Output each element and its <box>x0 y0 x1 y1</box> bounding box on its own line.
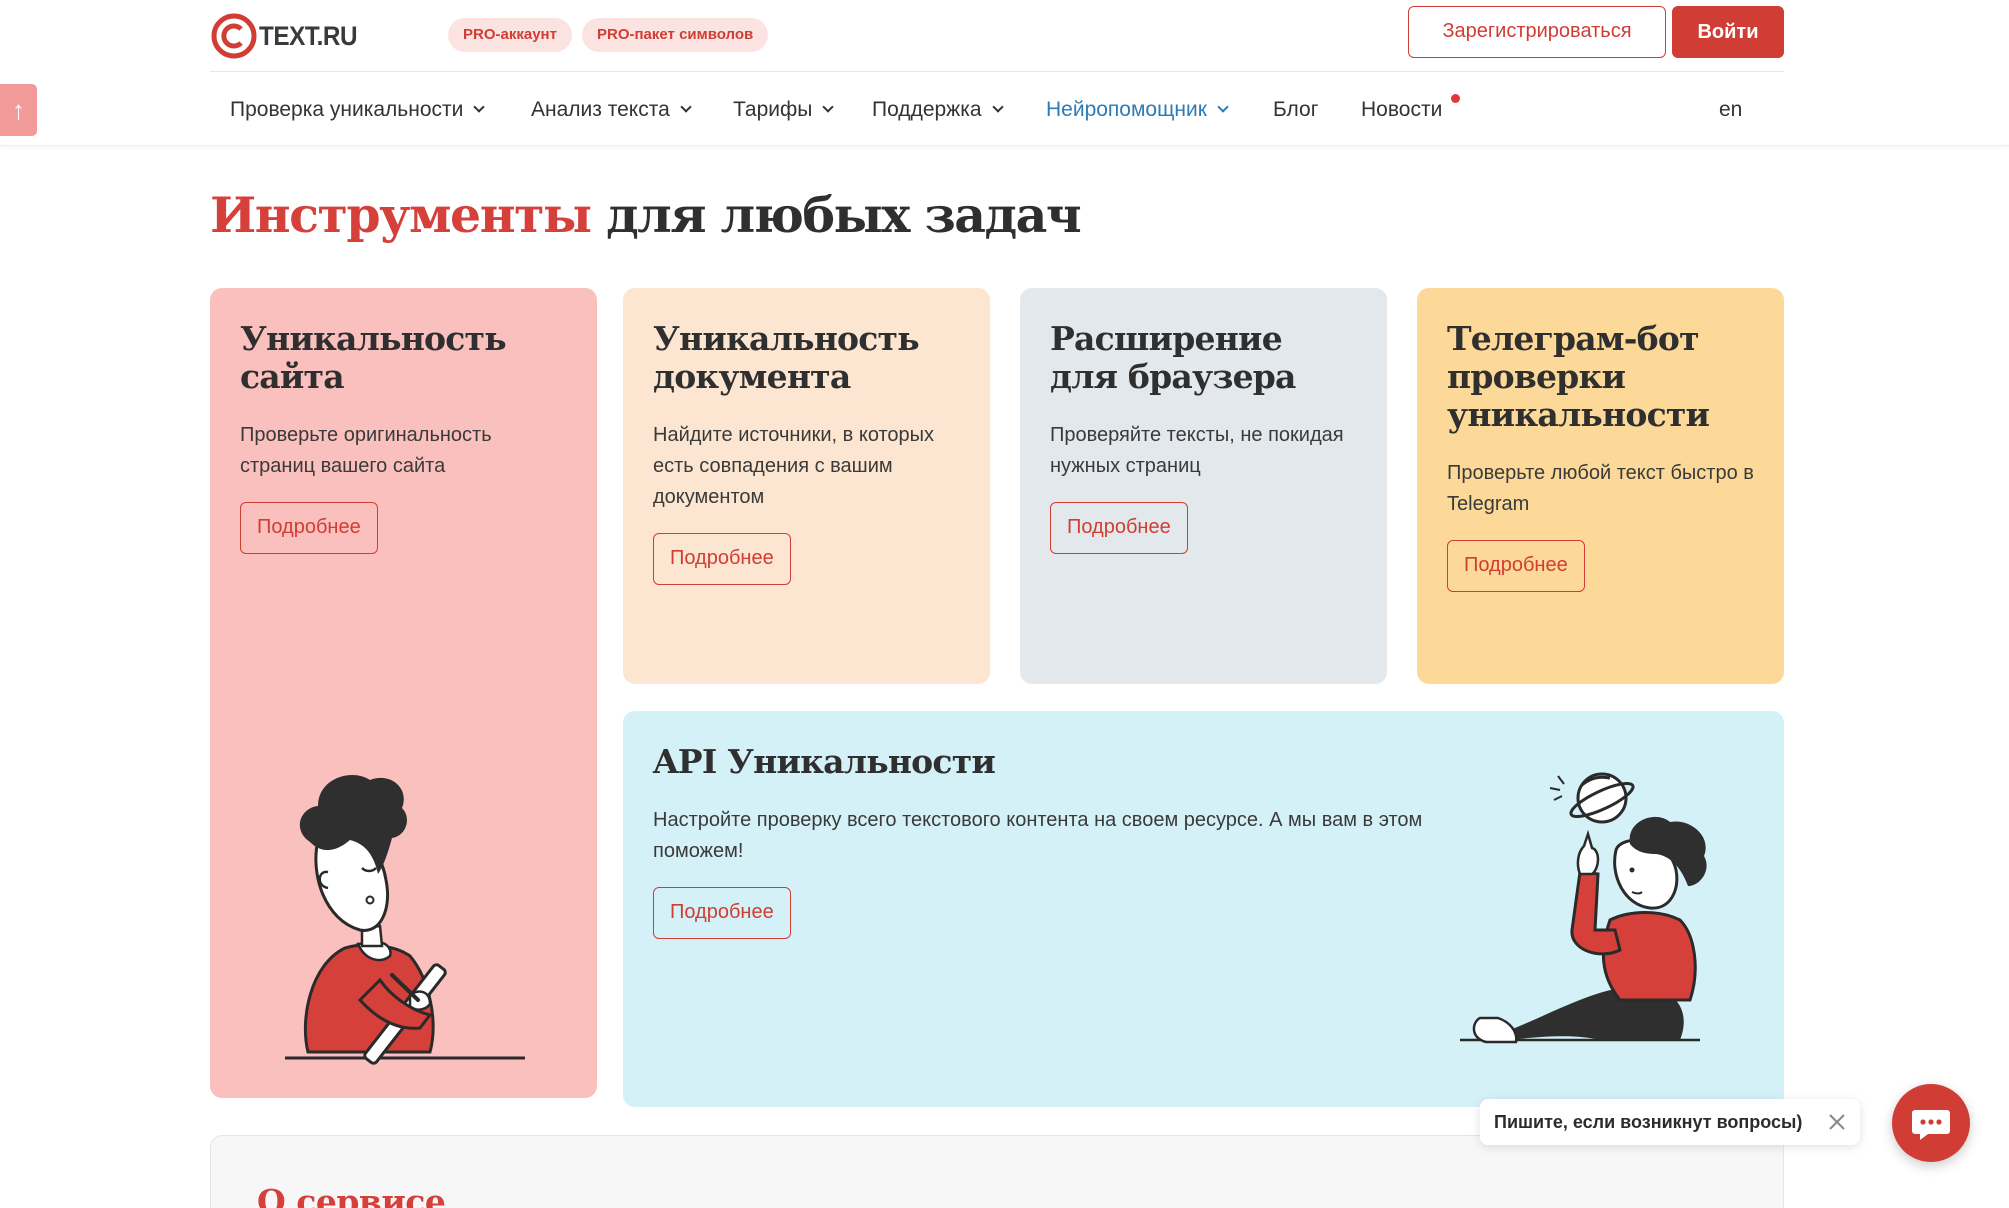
about-section: О сервисе <box>210 1135 1784 1208</box>
card-title: Расширение для браузера <box>1050 319 1296 396</box>
nav-item-tariffs[interactable]: Тарифы <box>733 98 835 122</box>
card-browser-extension: Расширение для браузера Проверяйте текст… <box>1020 288 1387 684</box>
more-button[interactable]: Подробнее <box>653 533 791 585</box>
chat-tooltip[interactable]: Пишите, если возникнут вопросы) <box>1480 1099 1860 1145</box>
chat-tooltip-text: Пишите, если возникнут вопросы) <box>1494 1112 1803 1132</box>
more-button[interactable]: Подробнее <box>240 502 378 554</box>
person-with-planet-illustration <box>1460 772 1707 1044</box>
chevron-down-icon <box>991 101 1004 113</box>
nav-item-label: Нейропомощник <box>1046 98 1207 121</box>
more-button[interactable]: Подробнее <box>1447 540 1585 592</box>
login-button[interactable]: Войти <box>1672 6 1784 58</box>
card-title: Уникальность документа <box>653 319 920 396</box>
nav-item-label: Тарифы <box>733 98 813 121</box>
card-telegram-bot: Телеграм-бот проверки уникальности Прове… <box>1417 288 1784 684</box>
card-description: Проверяйте тексты, не покидая нужных стр… <box>1050 424 1344 477</box>
card-description: Проверьте оригинальность страниц вашего … <box>240 424 492 477</box>
top-bar: TEXT.RU PRO-аккаунт PRO-пакет символов З… <box>210 0 1784 72</box>
about-title: О сервисе <box>257 1182 446 1208</box>
card-description: Настройте проверку всего текстового конт… <box>653 809 1423 862</box>
chevron-down-icon <box>473 101 486 113</box>
more-button[interactable]: Подробнее <box>1050 502 1188 554</box>
scroll-up-button[interactable]: ↑ <box>0 84 37 136</box>
person-with-tablet-illustration <box>285 775 525 1065</box>
pro-package-link[interactable]: PRO-пакет символов <box>582 18 769 52</box>
card-title: Телеграм-бот проверки уникальности <box>1447 319 1710 434</box>
nav-item-label: Новости <box>1361 98 1443 121</box>
logo[interactable]: TEXT.RU <box>210 11 368 61</box>
card-description: Проверьте любой текст быстро в Telegram <box>1447 462 1754 515</box>
page-title-rest: для любых задач <box>590 186 1082 244</box>
nav-item-neuro-assistant[interactable]: Нейропомощник <box>1046 98 1229 122</box>
notification-dot <box>1451 94 1460 103</box>
card-title: Уникальность сайта <box>240 319 507 396</box>
chevron-down-icon <box>680 101 692 113</box>
copyright-logo-icon <box>211 13 257 59</box>
nav-item-uniqueness[interactable]: Проверка уникальности <box>230 98 486 122</box>
nav-item-label: Анализ текста <box>531 98 670 121</box>
page-title-accent: Инструменты <box>210 186 592 244</box>
card-document-uniqueness: Уникальность документа Найдите источники… <box>623 288 990 684</box>
register-button[interactable]: Зарегистрироваться <box>1408 6 1666 58</box>
close-icon[interactable] <box>1828 1113 1846 1131</box>
nav-item-blog[interactable]: Блог <box>1273 98 1318 122</box>
arrow-up-icon: ↑ <box>12 95 25 125</box>
page-title: Инструменты для любых задач <box>210 186 1082 244</box>
chat-bubble-icon <box>1912 1110 1950 1140</box>
logo-text: TEXT.RU <box>259 20 358 51</box>
more-button[interactable]: Подробнее <box>653 887 791 939</box>
nav-item-label: Проверка уникальности <box>230 98 464 121</box>
nav-item-support[interactable]: Поддержка <box>872 98 1004 122</box>
chevron-down-icon <box>822 101 835 113</box>
nav-item-label: Поддержка <box>872 98 982 121</box>
card-description: Найдите источники, в которых есть совпад… <box>653 424 935 508</box>
chevron-down-icon <box>1217 101 1229 113</box>
chat-button[interactable] <box>1892 1084 1970 1162</box>
nav-item-text-analysis[interactable]: Анализ текста <box>531 98 692 122</box>
pro-account-link[interactable]: PRO-аккаунт <box>448 18 572 52</box>
language-switch[interactable]: en <box>1719 98 1742 122</box>
nav-item-news[interactable]: Новости <box>1361 98 1442 122</box>
nav-item-label: Блог <box>1273 98 1319 121</box>
